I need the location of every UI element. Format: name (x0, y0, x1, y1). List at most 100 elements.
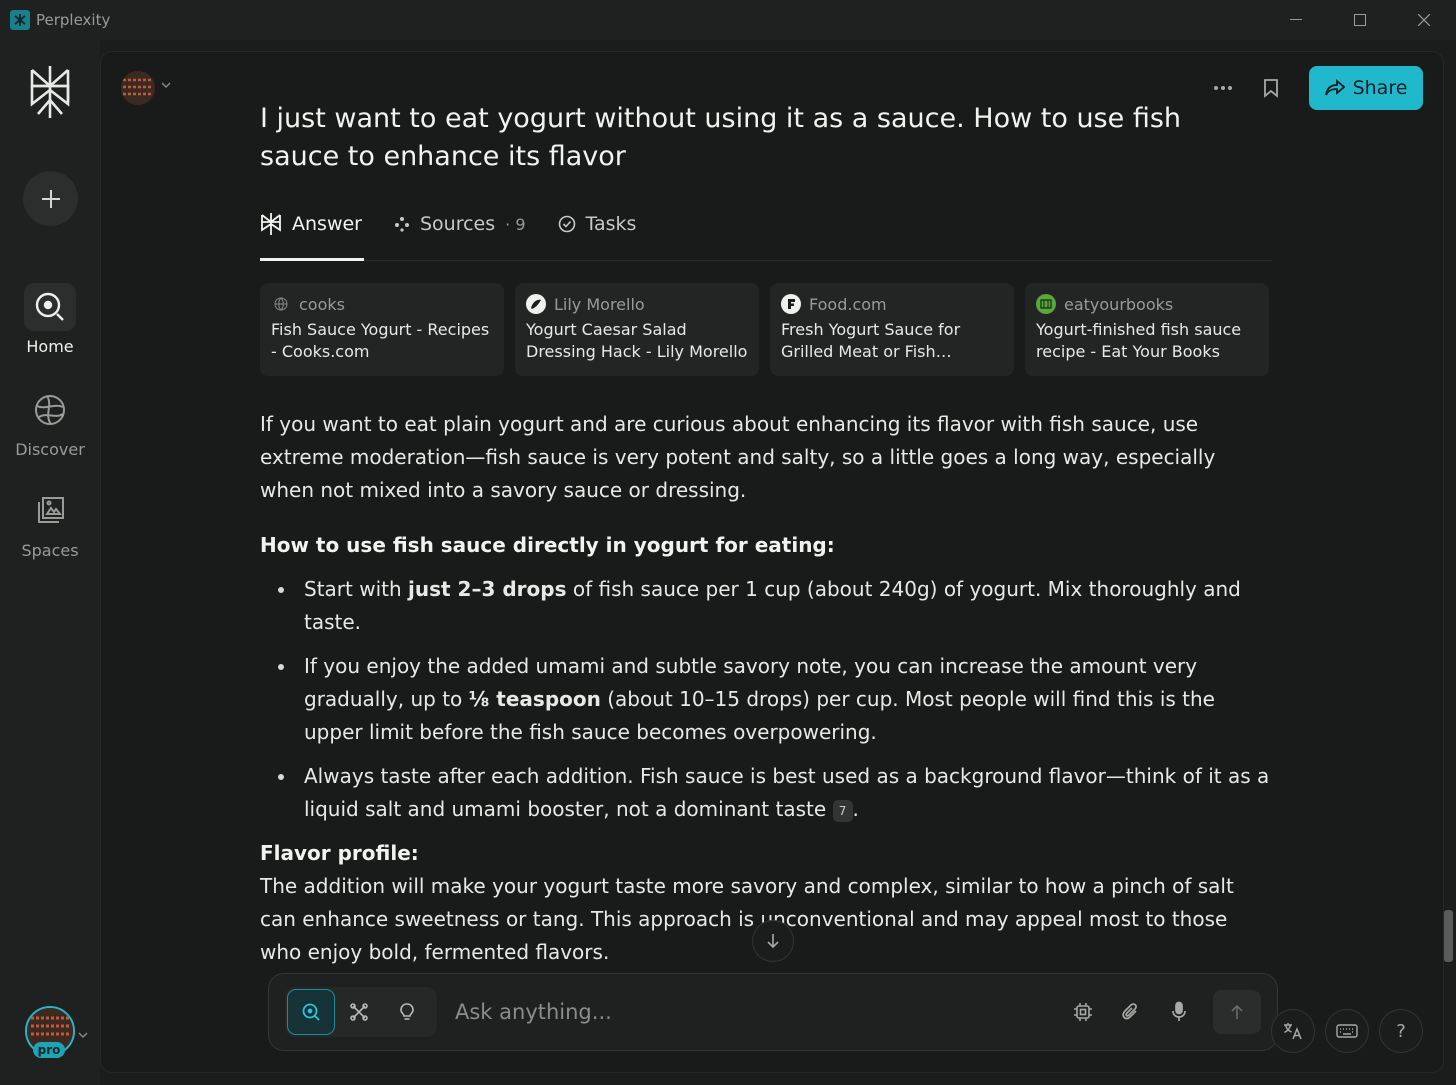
source-title: Fresh Yogurt Sauce for Grilled Meat or F… (781, 320, 961, 361)
attach-button[interactable] (1107, 989, 1155, 1035)
window-controls (1264, 0, 1456, 40)
help-button[interactable]: ? (1379, 1009, 1423, 1053)
eatyourbooks-favicon-icon (1036, 294, 1056, 314)
list-item-text: Always taste after each addition. Fish s… (304, 764, 1270, 821)
sidebar: Home Discover Spaces pro (0, 40, 100, 1085)
window-titlebar: Perplexity (0, 0, 1456, 40)
tab-label: Sources (419, 213, 496, 235)
list-item-text: . (852, 797, 859, 821)
share-icon (1324, 79, 1345, 96)
source-card[interactable]: Lily Morello Yogurt Caesar Salad Dressin… (515, 283, 759, 376)
answer-subheading: Flavor profile: (260, 841, 419, 865)
list-item: If you enjoy the added umami and subtle … (260, 650, 1270, 749)
translate-icon (1284, 1023, 1302, 1040)
home-search-icon (24, 283, 76, 331)
help-icon: ? (1396, 1020, 1406, 1042)
keyboard-icon (1336, 1024, 1358, 1038)
source-card[interactable]: eatyourbooks Yogurt-finished fish sauce … (1025, 283, 1269, 376)
search-icon (302, 1003, 320, 1021)
ellipsis-icon (1214, 86, 1232, 90)
close-window-button[interactable] (1392, 0, 1456, 40)
sources-row: cooks Fish Sauce Yogurt - Recipes - Cook… (260, 283, 1269, 376)
ask-input[interactable] (455, 992, 1059, 1032)
sidebar-item-label: Home (26, 337, 74, 356)
citation-badge[interactable]: 7 (832, 799, 853, 822)
food-com-favicon-icon (781, 294, 801, 314)
sidebar-item-label: Spaces (21, 541, 79, 560)
share-label: Share (1352, 77, 1408, 99)
sidebar-item-discover[interactable]: Discover (0, 386, 100, 459)
source-card[interactable]: Food.com Fresh Yogurt Sauce for Grilled … (770, 283, 1014, 376)
sidebar-item-spaces[interactable]: Spaces (0, 487, 100, 560)
tab-tasks[interactable]: Tasks (558, 204, 637, 244)
perplexity-answer-icon (261, 213, 281, 235)
globe-icon (271, 294, 291, 314)
source-title: Fish Sauce Yogurt - Recipes - Cooks.com (271, 320, 490, 361)
arrow-down-icon (767, 934, 779, 949)
scrollbar[interactable] (1444, 910, 1453, 962)
active-tab-indicator (260, 258, 364, 261)
tab-label: Answer (292, 213, 362, 235)
answer-list: Start with just 2–3 drops of fish sauce … (260, 573, 1270, 826)
list-item: Start with just 2–3 drops of fish sauce … (260, 573, 1270, 639)
thread-tabs: Answer Sources · 9 Tasks (260, 204, 1272, 261)
bookmark-icon (1264, 79, 1278, 98)
ask-bar (268, 973, 1278, 1051)
chip-icon (1074, 1003, 1092, 1021)
perplexity-logo-icon[interactable] (26, 64, 74, 120)
thread-actions: Share (1199, 66, 1423, 110)
search-mode-button[interactable] (287, 989, 335, 1035)
space-avatar[interactable] (121, 71, 155, 105)
pro-badge: pro (33, 1042, 65, 1058)
globe-icon (24, 386, 76, 434)
submit-button[interactable] (1213, 990, 1261, 1034)
source-site: cooks (299, 294, 345, 314)
tab-answer[interactable]: Answer (260, 204, 362, 244)
source-site: Lily Morello (554, 294, 645, 314)
plus-icon (41, 189, 60, 208)
source-card[interactable]: cooks Fish Sauce Yogurt - Recipes - Cook… (260, 283, 504, 376)
sidebar-item-label: Discover (15, 440, 85, 459)
chevron-down-icon[interactable] (161, 78, 171, 92)
more-options-button[interactable] (1199, 66, 1247, 110)
answer-body: If you want to eat plain yogurt and are … (260, 408, 1270, 991)
list-item-emphasis: ⅛ teaspoon (468, 687, 601, 711)
source-title: Yogurt Caesar Salad Dressing Hack - Lily… (526, 320, 748, 361)
minimize-button[interactable] (1264, 0, 1328, 40)
spaces-icon (24, 487, 76, 535)
tab-sources[interactable]: Sources · 9 (394, 204, 526, 244)
list-item: Always taste after each addition. Fish s… (260, 760, 1270, 826)
arrow-up-icon (1231, 1004, 1243, 1019)
list-item-text: Start with (304, 577, 409, 601)
answer-intro: If you want to eat plain yogurt and are … (260, 412, 1216, 502)
microphone-icon (1172, 1001, 1186, 1021)
check-circle-icon (558, 215, 575, 233)
source-title: Yogurt-finished fish sauce recipe - Eat … (1036, 320, 1242, 361)
keyboard-shortcuts-button[interactable] (1325, 1009, 1369, 1053)
bookmark-button[interactable] (1247, 66, 1295, 110)
search-mode-toggle (285, 987, 437, 1037)
lily-morello-favicon-icon (526, 294, 546, 314)
source-site: eatyourbooks (1064, 294, 1174, 314)
voice-input-button[interactable] (1155, 989, 1203, 1035)
chevron-down-icon[interactable] (78, 1024, 88, 1043)
main-panel: Share I just want to eat yogurt without … (100, 51, 1444, 1073)
thread-question: I just want to eat yogurt without using … (260, 103, 1182, 172)
sources-icon (394, 217, 409, 232)
lightbulb-icon (400, 1003, 414, 1020)
labs-mode-button[interactable] (383, 989, 431, 1035)
translate-button[interactable] (1271, 1009, 1315, 1053)
source-site: Food.com (809, 294, 887, 314)
research-mode-button[interactable] (335, 989, 383, 1035)
maximize-button[interactable] (1328, 0, 1392, 40)
perplexity-app-icon (10, 10, 30, 30)
sidebar-item-home[interactable]: Home (0, 283, 100, 356)
list-item-emphasis: just 2–3 drops (408, 577, 567, 601)
answer-subheading: How to use fish sauce directly in yogurt… (260, 533, 835, 557)
scroll-to-bottom-button[interactable] (752, 920, 794, 962)
tab-label: Tasks (585, 213, 637, 235)
new-thread-button[interactable] (23, 171, 78, 226)
window-title: Perplexity (36, 11, 111, 29)
share-button[interactable]: Share (1309, 66, 1423, 110)
model-select-button[interactable] (1059, 989, 1107, 1035)
